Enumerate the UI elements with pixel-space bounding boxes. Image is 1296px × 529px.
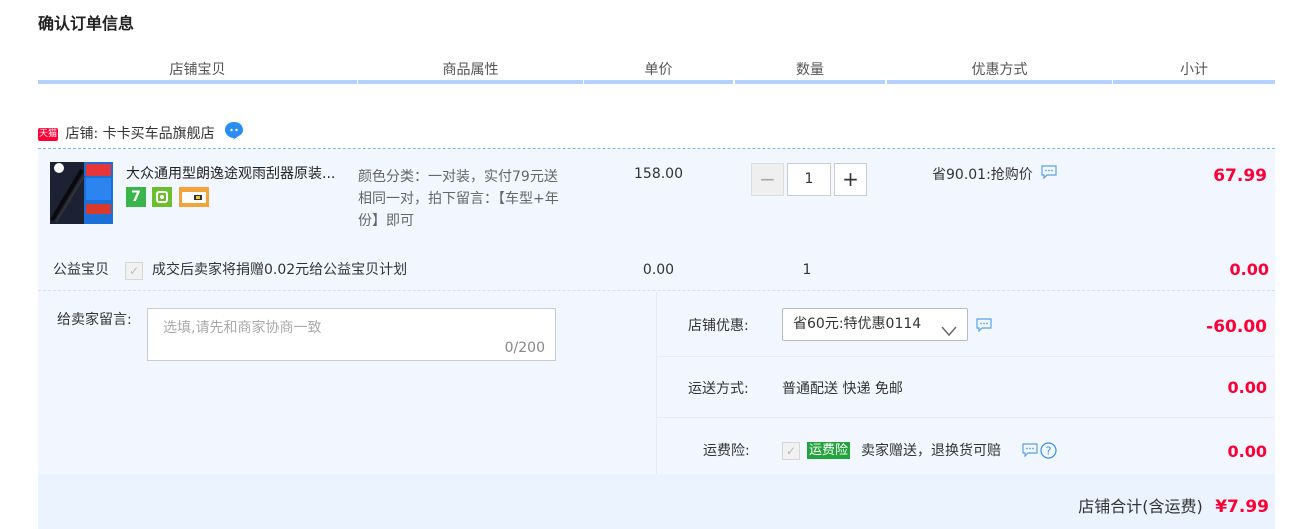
shop-discount-select[interactable]: 省60元:特优惠0114 xyxy=(782,308,968,341)
row-divider xyxy=(657,356,1274,357)
credit-card-icon xyxy=(178,187,209,207)
insurance-label: 运费险: xyxy=(703,443,750,459)
shipping-amount: 0.00 xyxy=(1227,378,1267,397)
shop-discount-label: 店铺优惠: xyxy=(688,318,749,334)
quantity-stepper[interactable]: − 1 + xyxy=(751,163,867,196)
header-underline xyxy=(584,80,733,84)
wangwang-chat-icon[interactable] xyxy=(223,120,245,148)
header-underline xyxy=(38,80,357,84)
remark-counter: 0/200 xyxy=(504,340,545,356)
product-thumbnail[interactable] xyxy=(50,162,113,224)
insurance-text: 卖家赠送，退换货可赔 xyxy=(861,443,1001,459)
svg-text:?: ? xyxy=(1046,445,1052,458)
insurance-amount: 0.00 xyxy=(1227,442,1267,461)
shipping-label: 运送方式: xyxy=(688,381,749,397)
remark-textarea[interactable]: 选填,请先和商家协商一致 0/200 xyxy=(147,308,556,361)
guarantee-icon xyxy=(152,187,173,207)
item-subtotal: 67.99 xyxy=(1213,166,1267,186)
charity-label: 公益宝贝 xyxy=(53,262,109,278)
column-header-subtotal: 小计 xyxy=(1180,62,1208,78)
help-question-icon[interactable]: ? xyxy=(1040,442,1057,463)
increase-button[interactable]: + xyxy=(834,163,867,196)
remark-placeholder: 选填,请先和商家协商一致 xyxy=(163,320,322,336)
unit-price: 158.00 xyxy=(634,166,683,182)
shop-total-label: 店铺合计(含运费) xyxy=(1078,497,1203,516)
column-header-item: 店铺宝贝 xyxy=(169,62,226,78)
insurance-comment-icon[interactable] xyxy=(1022,443,1038,461)
header-underline xyxy=(1113,80,1275,84)
discount-text: 省90.01:抢购价 xyxy=(932,167,1033,183)
insurance-badge: 运费险 xyxy=(807,440,851,461)
chevron-down-icon xyxy=(941,318,957,349)
insurance-checkbox[interactable]: ✓ xyxy=(782,442,800,460)
header-underline xyxy=(887,80,1112,84)
row-divider xyxy=(657,417,1274,418)
header-underline xyxy=(735,80,885,84)
shop-discount-amount: -60.00 xyxy=(1206,317,1267,337)
product-title-link[interactable]: 大众通用型朗逸途观雨刮器原装... xyxy=(126,164,352,184)
remark-label: 给卖家留言: xyxy=(57,312,132,328)
insurance-badge-text: 运费险 xyxy=(807,442,851,459)
quantity-input[interactable]: 1 xyxy=(787,163,831,196)
shop-discount-selected: 省60元:特优惠0114 xyxy=(793,316,922,332)
page-title: 确认订单信息 xyxy=(38,14,135,33)
column-header-attributes: 商品属性 xyxy=(442,62,499,78)
charity-subtotal: 0.00 xyxy=(1229,260,1269,279)
shop-total-amount: ¥7.99 xyxy=(1215,497,1269,517)
shop-total: 店铺合计(含运费) ¥7.99 xyxy=(900,496,1269,519)
product-attributes: 颜色分类：一对装，实付79元送 相同一对，拍下留言：【车型+年 份】即可 xyxy=(358,164,588,234)
shop-discount-comment-icon[interactable] xyxy=(976,318,992,336)
seven-day-return-icon: 7 xyxy=(126,187,146,207)
tmall-icon: 天猫 xyxy=(38,127,59,141)
shop-label: 店铺: xyxy=(65,126,99,142)
charity-text: 成交后卖家将捐赠0.02元给公益宝贝计划 xyxy=(152,262,408,278)
charity-quantity: 1 xyxy=(802,262,812,278)
charity-price: 0.00 xyxy=(642,262,675,278)
column-header-discount: 优惠方式 xyxy=(971,62,1028,78)
discount-comment-icon[interactable] xyxy=(1041,165,1057,185)
column-header-quantity: 数量 xyxy=(796,62,824,78)
shop-name-link[interactable]: 卡卡买车品旗舰店 xyxy=(103,126,215,142)
decrease-button[interactable]: − xyxy=(751,163,784,196)
shipping-method: 普通配送 快递 免邮 xyxy=(782,381,903,397)
charity-checkbox[interactable]: ✓ xyxy=(125,262,143,280)
header-underline xyxy=(358,80,583,84)
shop-row: 天猫 店铺: 卡卡买车品旗舰店 xyxy=(38,120,245,144)
column-header-unit-price: 单价 xyxy=(644,62,673,78)
item-discount: 省90.01:抢购价 xyxy=(932,165,1057,185)
service-badges: 7 xyxy=(126,187,209,207)
section-divider xyxy=(656,292,657,474)
